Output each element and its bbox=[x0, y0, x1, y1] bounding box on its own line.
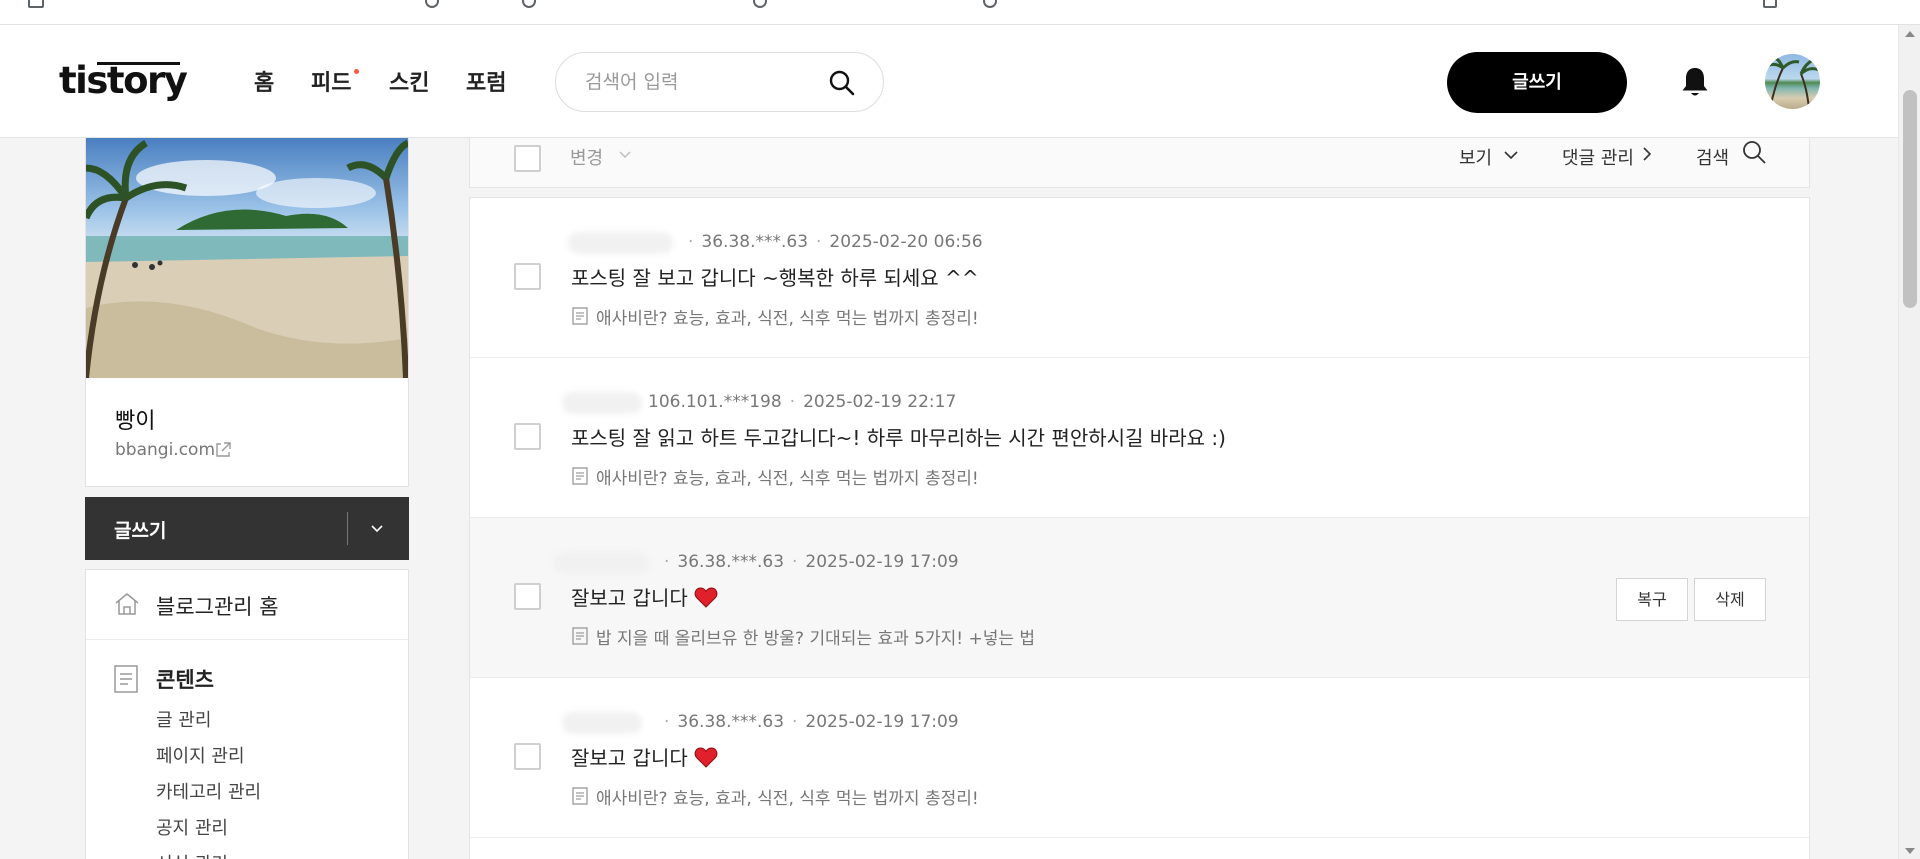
menu-blog-admin-home[interactable]: 블로그관리 홈 bbox=[86, 570, 408, 640]
comment-meta: · 36.38.***.63 · 2025-02-19 17:09 bbox=[664, 552, 959, 572]
scroll-up-arrow[interactable] bbox=[1905, 31, 1915, 37]
bookmark-icon[interactable] bbox=[983, 0, 997, 8]
bookmark-icon[interactable] bbox=[28, 0, 44, 8]
blog-cover-image[interactable] bbox=[86, 138, 408, 378]
sidebar-write-label: 글쓰기 bbox=[114, 520, 167, 542]
menu-item-post-manage[interactable]: 글 관리 bbox=[156, 706, 211, 732]
home-icon bbox=[115, 593, 139, 615]
external-link-icon[interactable] bbox=[214, 441, 232, 459]
chevron-down-icon[interactable] bbox=[368, 519, 386, 537]
select-all-checkbox[interactable] bbox=[514, 145, 541, 172]
tistory-logo[interactable]: tistory bbox=[59, 59, 188, 102]
user-avatar[interactable] bbox=[1765, 54, 1820, 109]
menu-item-page-manage[interactable]: 페이지 관리 bbox=[156, 742, 245, 768]
scrollbar-thumb[interactable] bbox=[1903, 90, 1917, 308]
comment-item: · 36.38.***.63 · 2025-02-19 17:09 잘보고 갑니다 밥… bbox=[470, 518, 1809, 678]
admin-menu: 블로그관리 홈 콘텐츠 글 관리 페이지 관리 카테고리 관리 공지 관리 서식… bbox=[85, 569, 409, 859]
top-header: tistory 홈 피드 스킨 포럼 글쓰기 bbox=[0, 25, 1898, 138]
post-icon bbox=[572, 787, 588, 805]
menu-contents-heading[interactable]: 콘텐츠 bbox=[156, 664, 214, 694]
comment-date: 2025-02-19 17:09 bbox=[805, 552, 959, 572]
menu-home-label: 블로그관리 홈 bbox=[156, 595, 279, 619]
comment-text[interactable]: 잘보고 갑니다 bbox=[571, 742, 718, 771]
heart-emoji-icon bbox=[694, 747, 718, 768]
comment-text[interactable]: 잘보고 갑니다 bbox=[571, 582, 718, 611]
post-icon bbox=[572, 467, 588, 485]
comment-checkbox[interactable] bbox=[514, 263, 541, 290]
comment-checkbox[interactable] bbox=[514, 743, 541, 770]
commenter-name-blurred bbox=[562, 392, 642, 414]
blog-profile-card: 빵이 bbangi.com bbox=[85, 138, 409, 487]
comment-date: 2025-02-19 22:17 bbox=[803, 392, 957, 412]
commenter-ip: 106.101.***198 bbox=[648, 392, 782, 412]
bookmark-icon[interactable] bbox=[522, 0, 536, 8]
comment-meta: · 36.38.***.63 · 2025-02-19 17:09 bbox=[664, 712, 959, 732]
feed-new-dot bbox=[354, 69, 359, 74]
comment-text[interactable]: 포스팅 잘 읽고 하트 두고갑니다~! 하루 마무리하는 시간 편안하시길 바라… bbox=[571, 422, 1226, 451]
comment-meta: · 36.38.***.63 · 2025-02-20 06:56 bbox=[688, 232, 983, 252]
search-icon[interactable] bbox=[827, 68, 857, 98]
manage-comments-link[interactable]: 댓글 관리 bbox=[1562, 144, 1634, 170]
bookmark-icon[interactable] bbox=[425, 0, 439, 8]
commenter-name-blurred bbox=[554, 552, 649, 574]
comment-item: · 36.38.***.63 · 2025-02-20 06:56 포스팅 잘 보고 … bbox=[470, 198, 1809, 358]
palm-tree-icon bbox=[1766, 54, 1820, 109]
comment-text[interactable]: 포스팅 잘 보고 갑니다 ~행복한 하루 되세요 ^^ bbox=[571, 262, 979, 291]
commenter-ip: 36.38.***.63 bbox=[677, 552, 785, 572]
menu-item-category-manage[interactable]: 카테고리 관리 bbox=[156, 778, 261, 804]
restore-button[interactable]: 복구 bbox=[1616, 578, 1688, 621]
blog-name: 빵이 bbox=[115, 409, 156, 434]
comment-date: 2025-02-19 17:09 bbox=[805, 712, 959, 732]
comment-post-link[interactable]: 애사비란? 효능, 효과, 식전, 식후 먹는 법까지 총정리! bbox=[596, 304, 979, 329]
commenter-ip: 36.38.***.63 bbox=[701, 232, 809, 252]
post-icon bbox=[572, 307, 588, 325]
beach-photo bbox=[86, 139, 408, 378]
comment-list: · 36.38.***.63 · 2025-02-20 06:56 포스팅 잘 보고 … bbox=[469, 197, 1810, 859]
view-dropdown[interactable]: 보기 bbox=[1459, 144, 1492, 170]
blog-url-link[interactable]: bbangi.com bbox=[115, 440, 215, 460]
write-post-button[interactable]: 글쓰기 bbox=[1447, 52, 1627, 113]
delete-button[interactable]: 삭제 bbox=[1694, 578, 1766, 621]
search-box bbox=[555, 52, 884, 112]
search-icon[interactable] bbox=[1739, 138, 1769, 168]
sidebar-write-button[interactable]: 글쓰기 bbox=[85, 497, 409, 560]
bookmarks-bar bbox=[0, 0, 1920, 25]
bell-icon[interactable] bbox=[1679, 65, 1711, 99]
commenter-name-blurred bbox=[568, 232, 673, 254]
comment-item: 106.101.***198 · 2025-02-19 22:17 포스팅 잘 읽고… bbox=[470, 358, 1809, 518]
chevron-right-icon bbox=[1643, 147, 1652, 161]
bookmark-icon[interactable] bbox=[753, 0, 767, 8]
menu-item-notice-manage[interactable]: 공지 관리 bbox=[156, 814, 228, 840]
commenter-name-blurred bbox=[562, 712, 642, 734]
comment-search-label[interactable]: 검색 bbox=[1696, 144, 1729, 170]
commenter-ip: 36.38.***.63 bbox=[677, 712, 785, 732]
nav-forum[interactable]: 포럼 bbox=[466, 65, 506, 97]
nav-skin[interactable]: 스킨 bbox=[389, 65, 429, 97]
search-input[interactable] bbox=[585, 69, 825, 95]
comment-toolbar: 변경 보기 댓글 관리 검색 bbox=[469, 138, 1810, 188]
bookmark-icon[interactable] bbox=[1763, 0, 1777, 8]
comment-post-link[interactable]: 밥 지을 때 올리브유 한 방울? 기대되는 효과 5가지! +넣는 법 bbox=[596, 624, 1035, 649]
comment-date: 2025-02-20 06:56 bbox=[829, 232, 983, 252]
change-dropdown[interactable]: 변경 bbox=[570, 144, 603, 170]
comment-meta: 106.101.***198 · 2025-02-19 22:17 bbox=[648, 392, 957, 412]
post-icon bbox=[572, 627, 588, 645]
heart-emoji-icon bbox=[694, 587, 718, 608]
divider bbox=[347, 512, 348, 545]
nav-feed[interactable]: 피드 bbox=[311, 65, 351, 97]
document-icon bbox=[114, 665, 138, 693]
chevron-down-icon bbox=[619, 151, 631, 158]
comment-checkbox[interactable] bbox=[514, 423, 541, 450]
scroll-down-arrow[interactable] bbox=[1905, 848, 1915, 854]
chevron-down-icon bbox=[1504, 151, 1518, 160]
menu-item-template-manage[interactable]: 서식 관리 bbox=[156, 850, 228, 859]
comment-item: · 36.38.***.63 · 2025-02-19 17:09 잘보고 갑니다 애… bbox=[470, 678, 1809, 838]
page-scrollbar[interactable] bbox=[1898, 25, 1920, 859]
comment-post-link[interactable]: 애사비란? 효능, 효과, 식전, 식후 먹는 법까지 총정리! bbox=[596, 784, 979, 809]
comment-post-link[interactable]: 애사비란? 효능, 효과, 식전, 식후 먹는 법까지 총정리! bbox=[596, 464, 979, 489]
comment-checkbox[interactable] bbox=[514, 583, 541, 610]
nav-home[interactable]: 홈 bbox=[254, 65, 274, 97]
